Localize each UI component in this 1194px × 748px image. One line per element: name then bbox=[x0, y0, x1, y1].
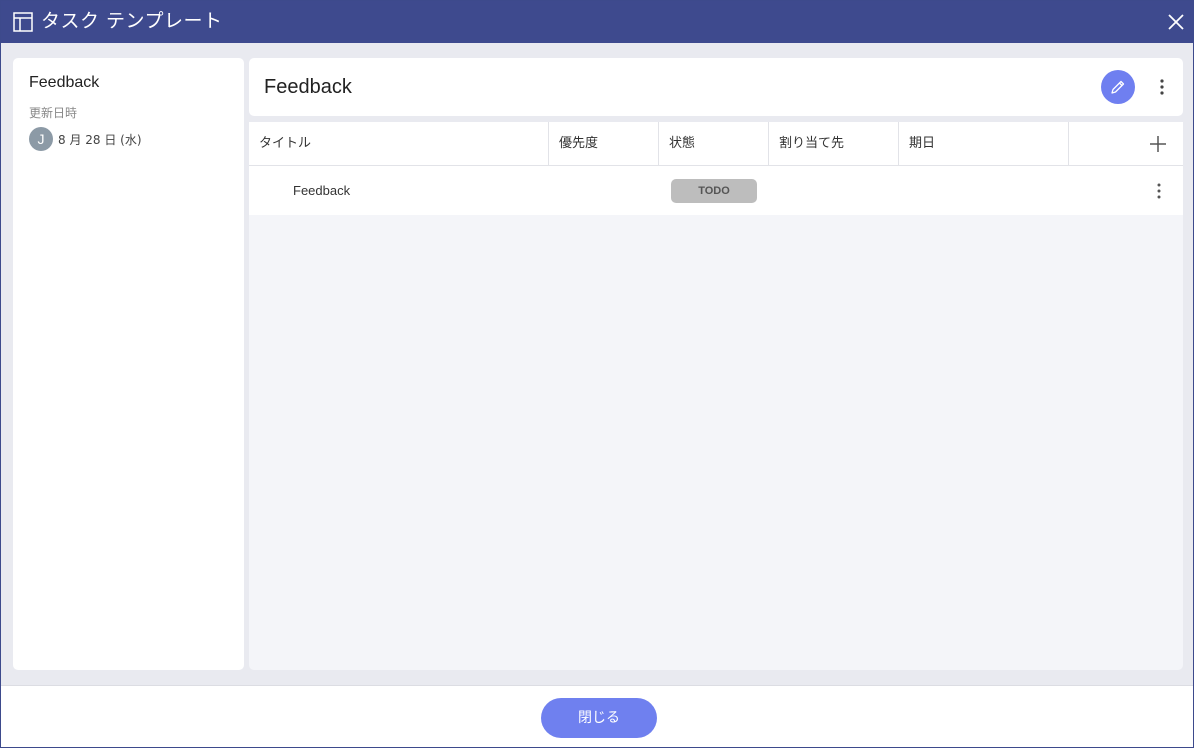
dialog-title: タスク テンプレート bbox=[41, 10, 223, 32]
template-info-panel: Feedback 更新日時 J 8 月 28 日 (水) bbox=[13, 58, 244, 670]
task-table: タイトル 優先度 状態 割り当て先 期日 Feedback TODO bbox=[249, 122, 1183, 670]
template-name: Feedback bbox=[29, 74, 100, 91]
column-header-title[interactable]: タイトル bbox=[249, 122, 549, 165]
page-title: Feedback bbox=[264, 76, 352, 98]
close-icon[interactable] bbox=[1165, 11, 1187, 33]
updated-date: 8 月 28 日 (水) bbox=[58, 133, 142, 147]
dialog-footer: 閉じる bbox=[1, 685, 1193, 747]
column-header-status[interactable]: 状態 bbox=[659, 122, 769, 165]
row-more-vertical-icon[interactable] bbox=[1149, 179, 1169, 203]
template-header: Feedback bbox=[249, 58, 1183, 116]
column-header-priority[interactable]: 優先度 bbox=[549, 122, 659, 165]
more-vertical-icon[interactable] bbox=[1151, 74, 1173, 100]
column-header-assignee[interactable]: 割り当て先 bbox=[769, 122, 899, 165]
dialog-content: Feedback 更新日時 J 8 月 28 日 (水) Feedback タイ… bbox=[1, 43, 1193, 685]
close-button[interactable]: 閉じる bbox=[541, 698, 657, 738]
status-badge[interactable]: TODO bbox=[671, 179, 757, 203]
task-title[interactable]: Feedback bbox=[293, 183, 350, 198]
add-column-button[interactable] bbox=[1068, 122, 1183, 165]
updated-label: 更新日時 bbox=[29, 106, 78, 120]
table-header: タイトル 優先度 状態 割り当て先 期日 bbox=[249, 122, 1183, 166]
plus-icon bbox=[1150, 136, 1166, 152]
task-template-dialog: タスク テンプレート Feedback 更新日時 J 8 月 28 日 (水) … bbox=[0, 0, 1194, 748]
table-row[interactable]: Feedback TODO bbox=[249, 166, 1183, 215]
avatar: J bbox=[29, 127, 53, 151]
template-layout-icon bbox=[13, 12, 33, 32]
column-header-due-date[interactable]: 期日 bbox=[899, 122, 1069, 165]
edit-button[interactable] bbox=[1101, 70, 1135, 104]
pencil-icon bbox=[1111, 80, 1125, 94]
title-bar: タスク テンプレート bbox=[1, 1, 1193, 43]
